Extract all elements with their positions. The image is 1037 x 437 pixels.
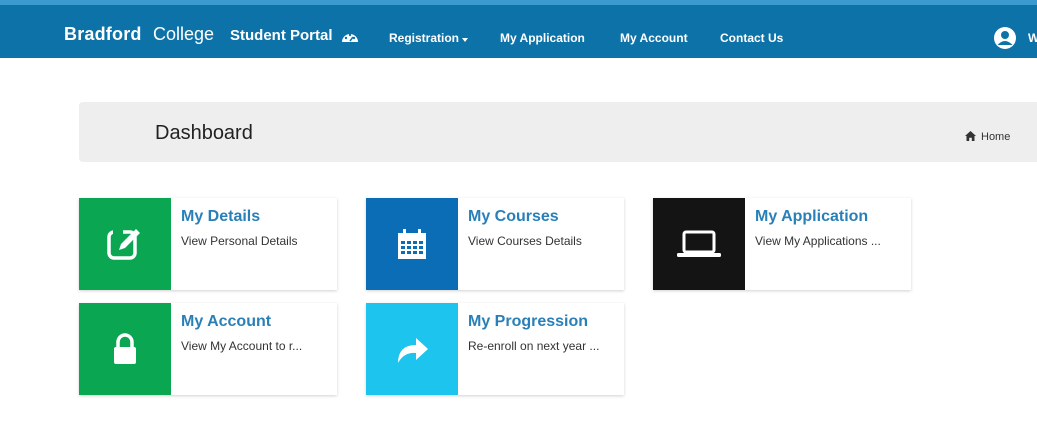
brand-name-bold[interactable]: Bradford — [64, 24, 142, 45]
user-name[interactable]: W — [1028, 31, 1037, 45]
laptop-icon — [677, 230, 721, 257]
card-title[interactable]: My Account — [181, 313, 271, 331]
home-icon — [965, 131, 976, 141]
breadcrumb-home[interactable]: Home — [981, 131, 1010, 143]
card-my-account[interactable]: My Account View My Account to r... — [79, 303, 337, 395]
calendar-icon — [398, 229, 426, 259]
card-subtitle: View My Applications ... — [755, 234, 881, 248]
brand-name-light[interactable]: College — [153, 24, 214, 45]
nav-my-account[interactable]: My Account — [620, 31, 688, 45]
card-my-progression[interactable]: My Progression Re-enroll on next year ..… — [366, 303, 624, 395]
card-subtitle: View Courses Details — [468, 234, 582, 248]
top-navbar: Bradford College Student Portal Registra… — [0, 0, 1037, 58]
card-title[interactable]: My Application — [755, 208, 868, 226]
dashboard-gauge-icon — [342, 33, 358, 42]
user-avatar-icon[interactable] — [994, 27, 1016, 49]
card-icon-panel — [79, 198, 171, 290]
card-subtitle: Re-enroll on next year ... — [468, 339, 600, 353]
lock-icon — [114, 333, 136, 364]
card-subtitle: View Personal Details — [181, 234, 298, 248]
card-title[interactable]: My Details — [181, 208, 260, 226]
card-my-courses[interactable]: My Courses View Courses Details — [366, 198, 624, 290]
card-title[interactable]: My Courses — [468, 208, 559, 226]
nav-registration[interactable]: Registration — [389, 31, 459, 45]
portal-title[interactable]: Student Portal — [230, 27, 333, 44]
page-header-bar: Dashboard Home — [79, 102, 1037, 162]
nav-contact-us[interactable]: Contact Us — [720, 31, 783, 45]
nav-my-application[interactable]: My Application — [500, 31, 585, 45]
share-arrow-icon — [398, 338, 428, 363]
card-icon-panel — [366, 198, 458, 290]
edit-icon — [107, 229, 140, 260]
card-subtitle: View My Account to r... — [181, 339, 303, 353]
card-my-application[interactable]: My Application View My Applications ... — [653, 198, 911, 290]
page-title: Dashboard — [155, 122, 253, 144]
chevron-down-icon — [462, 38, 468, 42]
card-icon-panel — [366, 303, 458, 395]
card-title[interactable]: My Progression — [468, 313, 588, 331]
card-icon-panel — [653, 198, 745, 290]
card-my-details[interactable]: My Details View Personal Details — [79, 198, 337, 290]
card-icon-panel — [79, 303, 171, 395]
